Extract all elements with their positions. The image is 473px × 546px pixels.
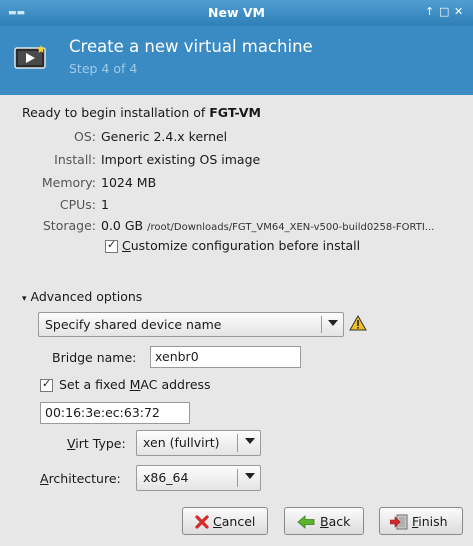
finish-button[interactable]: Finish <box>379 507 463 535</box>
chevron-down-icon <box>328 320 338 326</box>
architecture-select[interactable]: x86_64 <box>136 465 261 491</box>
virt-type-value: xen (fullvirt) <box>143 435 220 450</box>
storage-path: /root/Downloads/FGT_VM64_XEN-v500-build0… <box>147 222 435 233</box>
device-select[interactable]: Specify shared device name <box>38 312 344 337</box>
storage-value: 0.0 GB /root/Downloads/FGT_VM64_XEN-v500… <box>101 218 434 233</box>
virt-type-label: Virt Type: <box>67 436 126 451</box>
maximize-up-icon[interactable]: ↑ <box>425 5 434 18</box>
back-arrow-icon <box>297 515 315 529</box>
wizard-title: Create a new virtual machine <box>69 37 313 56</box>
storage-label: Storage: <box>42 218 96 233</box>
window-titlebar: ▬▬ New VM ↑ □ ✕ <box>0 0 473 26</box>
back-button[interactable]: Back <box>284 507 364 535</box>
ready-text: Ready to begin installation of <box>22 105 206 120</box>
cpus-label: CPUs: <box>59 197 96 212</box>
cpus-value: 1 <box>101 197 109 212</box>
advanced-expander[interactable]: ▾ Advanced options <box>22 289 142 304</box>
chevron-down-icon <box>245 473 255 479</box>
memory-value: 1024 MB <box>101 175 157 190</box>
virt-type-select[interactable]: xen (fullvirt) <box>136 430 261 456</box>
install-label: Install: <box>54 152 96 167</box>
customize-checkbox[interactable] <box>105 238 118 253</box>
back-label: Back <box>320 514 351 529</box>
cancel-button[interactable]: Cancel <box>182 507 268 535</box>
architecture-value: x86_64 <box>143 470 189 485</box>
vm-name: FGT-VM <box>209 105 261 120</box>
os-value: Generic 2.4.x kernel <box>101 129 228 144</box>
advanced-label: Advanced options <box>30 289 143 304</box>
bridge-name-input[interactable]: xenbr0 <box>150 346 301 368</box>
expander-arrow-icon: ▾ <box>22 294 27 304</box>
bridge-label: Bridge name: <box>52 350 137 365</box>
memory-label: Memory: <box>41 175 96 190</box>
ready-line: Ready to begin installation of FGT-VM <box>22 105 261 120</box>
warning-icon <box>349 315 367 331</box>
fixed-mac-label[interactable]: Set a fixed MAC address <box>59 377 211 392</box>
vm-monitor-icon <box>14 45 46 69</box>
finish-label: Finish <box>412 514 448 529</box>
maximize-icon[interactable]: □ <box>439 5 449 18</box>
window-title: New VM <box>208 5 265 20</box>
device-select-value: Specify shared device name <box>45 317 222 332</box>
close-icon[interactable]: ✕ <box>454 5 463 18</box>
os-label: OS: <box>74 129 96 144</box>
finish-icon <box>390 514 408 530</box>
architecture-label: Architecture: <box>40 471 121 486</box>
wizard-header: Create a new virtual machine Step 4 of 4 <box>0 26 473 95</box>
wizard-step: Step 4 of 4 <box>69 61 138 76</box>
cancel-label: Cancel <box>213 514 256 529</box>
customize-label[interactable]: Customize configuration before install <box>122 238 360 253</box>
fixed-mac-checkbox[interactable] <box>40 377 53 392</box>
mac-address-input[interactable]: 00:16:3e:ec:63:72 <box>40 402 190 424</box>
install-value: Import existing OS image <box>101 152 261 167</box>
cancel-icon <box>195 515 209 529</box>
storage-size: 0.0 GB <box>101 218 144 233</box>
chevron-down-icon <box>245 438 255 444</box>
